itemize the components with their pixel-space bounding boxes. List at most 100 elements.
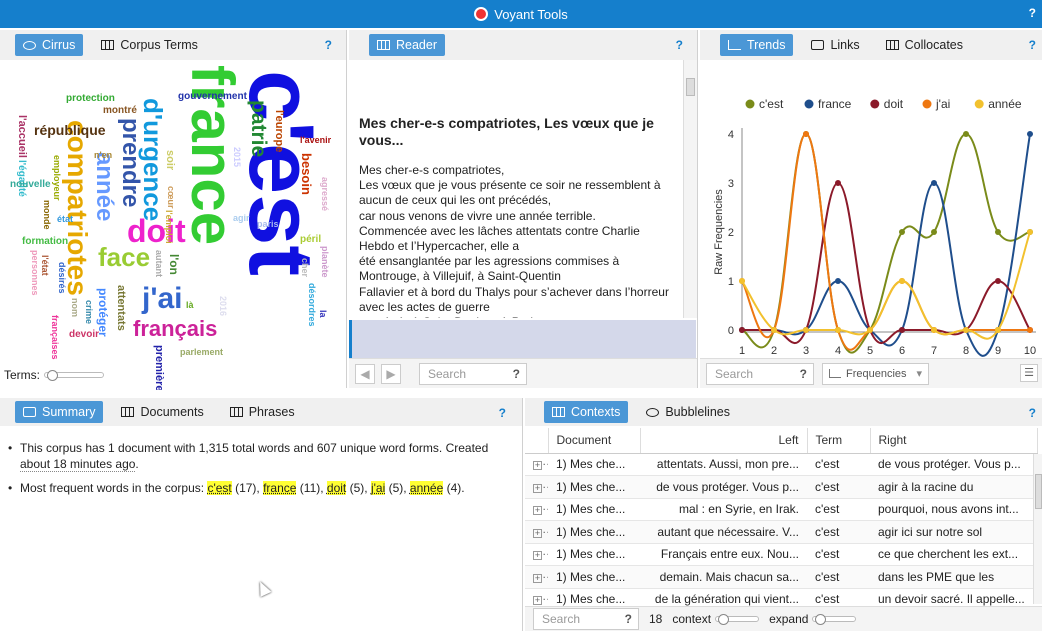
expand-row-icon[interactable]: + [525, 498, 548, 521]
legend-marker[interactable] [922, 99, 932, 109]
cloud-word[interactable]: nouvelle [10, 180, 51, 190]
reader-help-icon[interactable]: ? [676, 38, 683, 52]
data-point[interactable] [771, 327, 777, 333]
tab-reader[interactable]: Reader [369, 34, 445, 56]
tab-bubblelines[interactable]: Bubblelines [638, 401, 738, 423]
legend-marker[interactable] [870, 99, 880, 109]
col-left[interactable]: Left [640, 428, 808, 454]
data-point[interactable] [1027, 229, 1033, 235]
frequent-word-link[interactable]: doit [326, 481, 347, 495]
reader-search-help-icon[interactable]: ? [513, 367, 520, 381]
expand-row-icon[interactable]: + [525, 565, 548, 589]
cloud-word[interactable]: montré [103, 106, 137, 116]
frequent-word-link[interactable]: france [263, 481, 297, 495]
data-point[interactable] [899, 278, 905, 284]
cloud-word[interactable]: péril [300, 235, 321, 245]
data-point[interactable] [899, 327, 905, 333]
data-point[interactable] [835, 180, 841, 186]
legend-label[interactable]: france [818, 97, 852, 111]
cloud-word[interactable]: république [34, 123, 106, 137]
tab-phrases[interactable]: Phrases [222, 401, 303, 423]
data-point[interactable] [803, 131, 809, 137]
next-arrow-icon[interactable]: ▶ [381, 363, 401, 384]
prev-arrow-icon[interactable]: ◀ [355, 363, 375, 384]
frequent-word-link[interactable]: année [409, 481, 444, 495]
cloud-word[interactable]: employeur [52, 155, 62, 201]
cloud-word[interactable]: protection [66, 94, 115, 104]
cloud-word[interactable]: cher [300, 258, 310, 277]
data-point[interactable] [963, 131, 969, 137]
data-point[interactable] [1027, 327, 1033, 333]
tab-documents[interactable]: Documents [113, 401, 211, 423]
tab-corpus-terms[interactable]: Corpus Terms [93, 34, 206, 56]
table-row[interactable]: +1) Mes che... attentats. Aussi, mon pre.… [525, 453, 1037, 476]
cloud-word[interactable]: parlement [180, 348, 223, 357]
cloud-word[interactable]: paris [257, 220, 279, 229]
legend-label[interactable]: doit [884, 97, 904, 111]
plus-icon[interactable]: + [533, 528, 542, 538]
cloud-word[interactable]: état [57, 215, 73, 224]
cloud-word[interactable]: français [133, 318, 217, 340]
cloud-word[interactable]: première [153, 345, 165, 390]
menu-icon[interactable]: ☰ [1020, 364, 1038, 382]
expand-row-icon[interactable]: + [525, 475, 548, 499]
data-point[interactable] [995, 278, 1001, 284]
contexts-search-help-icon[interactable]: ? [625, 612, 632, 626]
legend-label[interactable]: j'ai [935, 97, 950, 111]
plus-icon[interactable]: + [533, 506, 542, 516]
tab-trends[interactable]: Trends [720, 34, 794, 56]
data-point[interactable] [931, 180, 937, 186]
plus-icon[interactable]: + [533, 573, 542, 583]
tab-links[interactable]: Links [803, 34, 867, 56]
cloud-word[interactable]: monde [42, 200, 52, 230]
cloud-word[interactable]: personnes [30, 250, 40, 296]
plus-icon[interactable]: + [533, 596, 542, 606]
col-document[interactable]: Document [548, 428, 641, 454]
cloud-word[interactable]: patrie [247, 100, 270, 157]
app-help-icon[interactable]: ? [1029, 6, 1036, 20]
cloud-word[interactable]: françaises [50, 315, 60, 360]
data-point[interactable] [739, 278, 745, 284]
series-line[interactable] [741, 132, 1031, 354]
frequent-word-link[interactable]: j'ai [370, 481, 386, 495]
cloud-word[interactable]: soir [164, 150, 176, 170]
cloud-word[interactable]: cœur [166, 186, 176, 209]
plus-icon[interactable]: + [533, 483, 542, 493]
cloud-word[interactable]: année [91, 152, 118, 221]
data-point[interactable] [835, 278, 841, 284]
cloud-word[interactable]: planète [320, 246, 330, 278]
reader-search-input[interactable]: Search? [419, 362, 527, 385]
table-row[interactable]: +1) Mes che... Français entre eux. Nou...… [525, 543, 1037, 566]
legend-marker[interactable] [804, 99, 814, 109]
contexts-scroll-thumb[interactable] [1035, 474, 1042, 509]
expand-row-icon[interactable]: + [525, 453, 548, 476]
cloud-word[interactable]: crime [84, 300, 94, 324]
cloud-word[interactable]: l'europe [273, 110, 285, 152]
cloud-word[interactable]: devoir [69, 330, 99, 340]
data-point[interactable] [931, 327, 937, 333]
contexts-help-icon[interactable]: ? [1029, 406, 1036, 420]
col-right[interactable]: Right [870, 428, 1038, 454]
table-row[interactable]: +1) Mes che... demain. Mais chacun sa... c… [525, 565, 1037, 589]
frequent-word-link[interactable]: c'est [207, 481, 232, 495]
cloud-word[interactable]: besoin [299, 153, 314, 195]
table-row[interactable]: +1) Mes che... autant que nécessaire. V..… [525, 520, 1037, 544]
data-point[interactable] [931, 229, 937, 235]
data-point[interactable] [1027, 131, 1033, 137]
cloud-word[interactable]: l'avenir [300, 136, 331, 145]
cloud-word[interactable]: désirés [57, 262, 67, 294]
data-point[interactable] [803, 327, 809, 333]
data-point[interactable] [867, 327, 873, 333]
tab-collocates[interactable]: Collocates [878, 34, 971, 56]
contexts-scrollbar[interactable] [1033, 454, 1042, 604]
cloud-word[interactable]: prendre [117, 118, 144, 207]
cloud-word[interactable]: l'emploi [164, 210, 174, 244]
tab-summary[interactable]: Summary [15, 401, 104, 423]
reader-scroll-thumb[interactable] [686, 78, 695, 96]
series-line[interactable] [741, 231, 1031, 340]
reader-scrollbar[interactable] [683, 60, 697, 318]
cloud-word[interactable]: n'en [94, 151, 112, 160]
expand-slider[interactable] [812, 614, 857, 625]
data-point[interactable] [739, 327, 745, 333]
data-point[interactable] [899, 229, 905, 235]
